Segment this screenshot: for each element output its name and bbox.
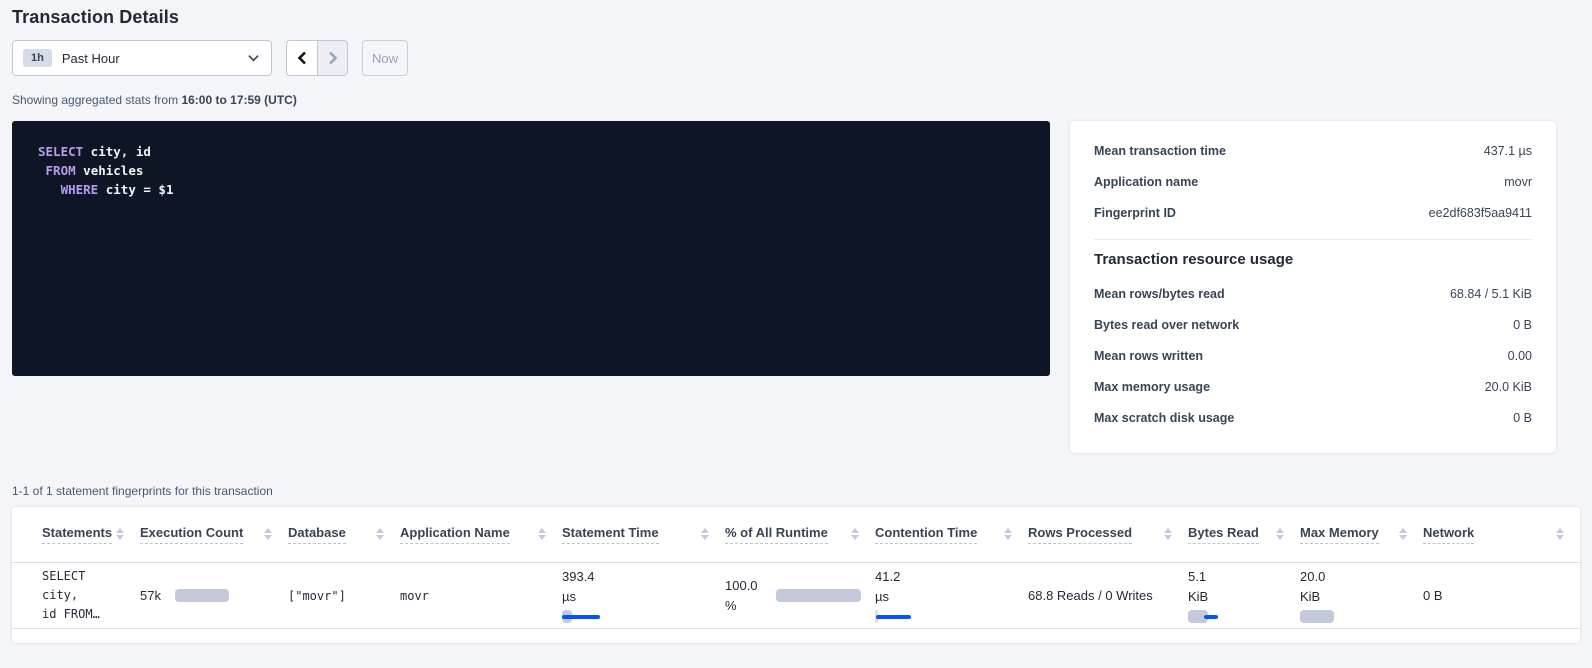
sort-icon[interactable] [114,526,126,542]
sort-icon[interactable] [1397,526,1409,542]
time-range-label: Past Hour [62,51,248,66]
application-name-cell: movr [400,589,429,603]
summary-row-mean-transaction-time: Mean transaction time 437.1 µs [1094,135,1532,166]
column-header-contention-time[interactable]: Contention Time [875,525,977,544]
sort-icon[interactable] [699,526,711,542]
summary-divider [1094,239,1532,240]
summary-label: Mean transaction time [1094,144,1226,158]
sql-keyword: SELECT [38,144,83,159]
column-header-statements[interactable]: Statements [42,525,112,544]
column-header-execution-count[interactable]: Execution Count [140,525,243,544]
sort-icon[interactable] [1274,526,1286,542]
table-header-row: Statements Execution Count Database Appl… [12,507,1580,562]
statements-table-caption: 1-1 of 1 statement fingerprints for this… [12,484,1580,498]
rows-processed-cell: 68.8 Reads / 0 Writes [1028,588,1153,603]
summary-label: Bytes read over network [1094,318,1239,332]
summary-label: Application name [1094,175,1198,189]
summary-label: Mean rows written [1094,349,1203,363]
column-header-max-memory[interactable]: Max Memory [1300,525,1379,544]
summary-row-mean-rows-bytes-read: Mean rows/bytes read 68.84 / 5.1 KiB [1094,278,1532,309]
bytes-read-bar [1188,610,1222,623]
sort-icon[interactable] [536,526,548,542]
execution-count-bar [175,589,229,602]
sql-line: SELECT city, id [38,142,1024,161]
statement-row: SELECT city, id FROM… 57k ["movr"] movr [12,562,1580,628]
summary-value: 0 B [1513,411,1532,425]
chevron-down-icon [248,54,259,62]
execution-count-cell: 57k [140,588,274,603]
statement-fingerprint-link[interactable]: SELECT city, id FROM… [42,567,126,624]
max-memory-cell: 20.0 KiB [1300,568,1409,623]
transaction-details-page: Transaction Details 1h Past Hour Now Sho [0,0,1592,643]
sort-icon[interactable] [262,526,274,542]
summary-value: 0 B [1513,318,1532,332]
max-memory-bar [1300,610,1334,623]
now-button[interactable]: Now [362,40,408,76]
column-header-bytes-read[interactable]: Bytes Read [1188,525,1259,544]
interval-badge: 1h [23,49,52,67]
sort-icon[interactable] [374,526,386,542]
summary-row-fingerprint-id: Fingerprint ID ee2df683f5aa9411 [1094,197,1532,228]
column-header-network[interactable]: Network [1423,525,1474,544]
sort-icon[interactable] [1162,526,1174,542]
summary-value: 20.0 KiB [1485,380,1532,394]
time-window-nav [286,40,348,76]
transaction-summary-card: Mean transaction time 437.1 µs Applicati… [1070,121,1556,453]
page-title: Transaction Details [12,7,1580,28]
sort-icon[interactable] [1554,526,1566,542]
column-header-rows-processed[interactable]: Rows Processed [1028,525,1132,544]
summary-value: movr [1504,175,1532,189]
summary-value: 0.00 [1508,349,1532,363]
summary-label: Max memory usage [1094,380,1210,394]
summary-label: Fingerprint ID [1094,206,1176,220]
summary-value: ee2df683f5aa9411 [1429,206,1532,220]
transaction-sql-statement: SELECT city, id FROM vehicles WHERE city… [12,121,1050,376]
database-cell: ["movr"] [288,589,346,603]
network-cell: 0 B [1423,588,1443,603]
bytes-read-cell: 5.1 KiB [1188,568,1286,623]
statement-time-bar [562,610,602,623]
chevron-right-icon [328,51,338,65]
column-header-runtime-pct[interactable]: % of All Runtime [725,525,828,544]
stats-range-value: 16:00 to 17:59 (UTC) [181,93,296,107]
column-header-database[interactable]: Database [288,525,346,544]
summary-label: Max scratch disk usage [1094,411,1234,425]
stats-range-prefix: Showing aggregated stats from [12,93,178,107]
contention-time-cell: 41.2 µs [875,568,1014,623]
statement-time-cell: 393.4 µs [562,568,711,623]
contention-time-bar [875,610,913,623]
statements-table-card: Statements Execution Count Database Appl… [12,507,1580,643]
runtime-pct-bar [776,589,861,602]
sql-line: WHERE city = $1 [38,180,1024,199]
sort-icon[interactable] [849,526,861,542]
sql-line: FROM vehicles [38,161,1024,180]
previous-time-window-button[interactable] [286,40,317,76]
statements-table: Statements Execution Count Database Appl… [12,507,1580,629]
summary-value: 437.1 µs [1484,144,1532,158]
sql-keyword: WHERE [61,182,99,197]
time-controls: 1h Past Hour Now [12,40,1580,76]
summary-row-bytes-read-over-network: Bytes read over network 0 B [1094,309,1532,340]
summary-row-max-scratch-disk-usage: Max scratch disk usage 0 B [1094,402,1532,433]
runtime-pct-cell: 100.0 % [725,577,861,614]
summary-label: Mean rows/bytes read [1094,287,1225,301]
next-time-window-button[interactable] [317,40,348,76]
resource-usage-heading: Transaction resource usage [1094,251,1532,268]
summary-row-max-memory-usage: Max memory usage 20.0 KiB [1094,371,1532,402]
summary-row-mean-rows-written: Mean rows written 0.00 [1094,340,1532,371]
time-range-dropdown[interactable]: 1h Past Hour [12,40,272,76]
chevron-left-icon [297,51,307,65]
column-header-statement-time[interactable]: Statement Time [562,525,659,544]
sql-keyword: FROM [46,163,76,178]
summary-row-application-name: Application name movr [1094,166,1532,197]
aggregated-stats-range: Showing aggregated stats from 16:00 to 1… [12,93,1580,107]
summary-value: 68.84 / 5.1 KiB [1450,287,1532,301]
sort-icon[interactable] [1002,526,1014,542]
column-header-application-name[interactable]: Application Name [400,525,510,544]
